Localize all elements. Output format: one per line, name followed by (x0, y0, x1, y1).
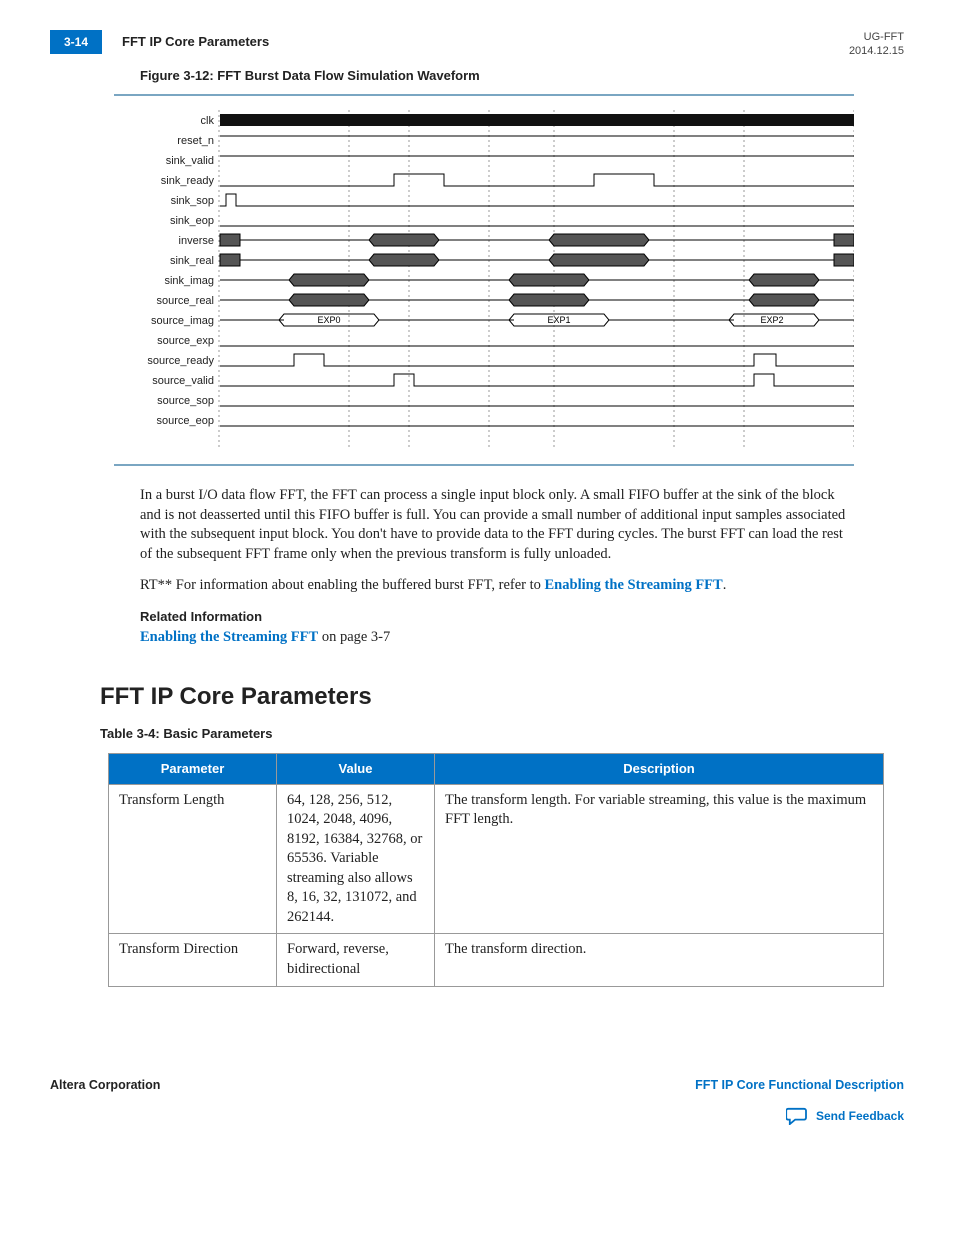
svg-text:sink_ready: sink_ready (161, 175, 215, 187)
wave-sink-real (220, 254, 854, 266)
waveform-svg: clk reset_n sink_valid sink_ready sink_s… (114, 110, 854, 450)
related-information-link-line: Enabling the Streaming FFT on page 3-7 (140, 628, 854, 648)
paragraph-1: In a burst I/O data flow FFT, the FFT ca… (140, 486, 854, 564)
page-header: 3-14 FFT IP Core Parameters UG-FFT 2014.… (50, 30, 904, 59)
doc-date: 2014.12.15 (849, 44, 904, 58)
section-heading: FFT IP Core Parameters (100, 681, 904, 713)
running-title: FFT IP Core Parameters (122, 33, 269, 51)
page-footer: Altera Corporation FFT IP Core Functiona… (50, 1077, 904, 1126)
svg-text:source_ready: source_ready (147, 355, 214, 367)
feedback-icon (786, 1107, 808, 1125)
svg-text:sink_imag: sink_imag (164, 275, 214, 287)
footer-right: FFT IP Core Functional Description Send … (695, 1077, 904, 1126)
wave-sink-ready (220, 174, 854, 186)
svg-text:source_imag: source_imag (151, 315, 214, 327)
wave-sink-imag (220, 274, 854, 286)
signal-labels: clk reset_n sink_valid sink_ready sink_s… (147, 115, 214, 427)
wave-source-ready (220, 354, 854, 366)
body-text: In a burst I/O data flow FFT, the FFT ca… (140, 486, 854, 647)
wave-source-real (220, 294, 854, 306)
wave-sink-sop (220, 194, 854, 206)
col-value: Value (277, 754, 435, 785)
header-right: UG-FFT 2014.12.15 (849, 30, 904, 59)
link-enabling-streaming-fft[interactable]: Enabling the Streaming FFT (545, 577, 723, 593)
header-left: 3-14 FFT IP Core Parameters (50, 30, 269, 54)
svg-text:sink_sop: sink_sop (171, 195, 214, 207)
svg-text:EXP1: EXP1 (547, 315, 570, 325)
svg-text:sink_real: sink_real (170, 255, 214, 267)
wave-source-imag: EXP0 EXP1 EXP2 (220, 314, 854, 326)
svg-text:EXP2: EXP2 (760, 315, 783, 325)
col-description: Description (435, 754, 884, 785)
svg-text:sink_eop: sink_eop (170, 215, 214, 227)
svg-text:sink_valid: sink_valid (166, 155, 214, 167)
related-information-heading: Related Information (140, 608, 854, 626)
svg-text:EXP0: EXP0 (317, 315, 340, 325)
svg-text:source_eop: source_eop (157, 415, 215, 427)
svg-text:source_sop: source_sop (157, 395, 214, 407)
waveform-figure: clk reset_n sink_valid sink_ready sink_s… (114, 94, 854, 466)
svg-text:source_real: source_real (157, 295, 214, 307)
svg-text:inverse: inverse (179, 235, 214, 247)
page-number: 3-14 (50, 30, 102, 54)
svg-text:source_valid: source_valid (152, 375, 214, 387)
link-related-streaming-fft[interactable]: Enabling the Streaming FFT (140, 629, 318, 645)
footer-left: Altera Corporation (50, 1077, 160, 1094)
link-send-feedback[interactable]: Send Feedback (816, 1108, 904, 1124)
svg-text:source_exp: source_exp (157, 335, 214, 347)
wave-inverse (220, 234, 854, 246)
doc-code: UG-FFT (849, 30, 904, 44)
svg-text:reset_n: reset_n (177, 135, 214, 147)
table-row: Transform Length 64, 128, 256, 512, 1024… (109, 784, 884, 934)
basic-parameters-table: Parameter Value Description Transform Le… (108, 753, 884, 987)
table-header-row: Parameter Value Description (109, 754, 884, 785)
col-parameter: Parameter (109, 754, 277, 785)
paragraph-2: RT** For information about enabling the … (140, 576, 854, 596)
table-row: Transform Direction Forward, reverse, bi… (109, 934, 884, 986)
wave-clk (220, 114, 854, 126)
link-functional-description[interactable]: FFT IP Core Functional Description (695, 1078, 904, 1092)
figure-title: Figure 3-12: FFT Burst Data Flow Simulat… (140, 67, 904, 85)
table-caption: Table 3-4: Basic Parameters (100, 725, 904, 743)
svg-text:clk: clk (201, 115, 215, 127)
wave-source-valid (220, 374, 854, 386)
